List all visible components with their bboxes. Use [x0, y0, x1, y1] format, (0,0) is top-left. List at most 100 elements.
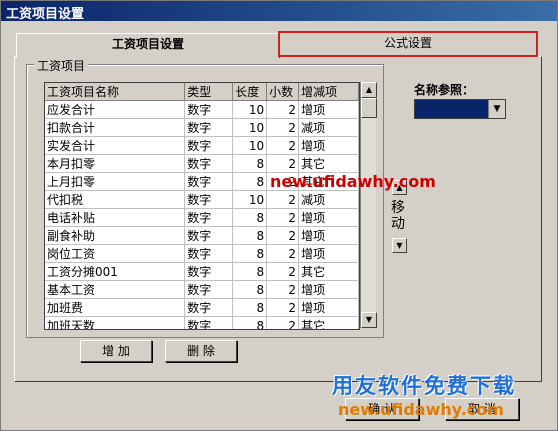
cell-length[interactable]: 10 — [232, 136, 268, 155]
cell-length[interactable]: 8 — [232, 226, 268, 245]
table-row[interactable]: 副食补助 数字 8 2 增项 — [45, 226, 359, 245]
delete-button[interactable]: 删 除 — [165, 340, 237, 362]
cell-adjust[interactable]: 增项 — [298, 226, 359, 245]
cell-adjust[interactable]: 增项 — [298, 208, 359, 227]
cell-decimals[interactable]: 2 — [266, 262, 300, 281]
col-header-adjust[interactable]: 增减项 — [298, 83, 359, 101]
cell-adjust[interactable]: 增项 — [298, 298, 359, 317]
table-row[interactable]: 电话补贴 数字 8 2 增项 — [45, 208, 359, 227]
table-row[interactable]: 实发合计 数字 10 2 增项 — [45, 136, 359, 155]
cell-name[interactable]: 加班天数 — [45, 316, 186, 329]
cell-name[interactable]: 工资分摊001 — [45, 262, 186, 281]
cell-type[interactable]: 数字 — [184, 190, 234, 209]
cell-type[interactable]: 数字 — [184, 280, 234, 299]
cell-decimals[interactable]: 2 — [266, 190, 300, 209]
scroll-down-arrow-icon[interactable]: ▼ — [361, 312, 377, 328]
cell-type[interactable]: 数字 — [184, 316, 234, 329]
cell-decimals[interactable]: 2 — [266, 100, 300, 119]
cell-type[interactable]: 数字 — [184, 208, 234, 227]
move-down-arrow-icon[interactable]: ▼ — [392, 238, 407, 253]
cell-name[interactable]: 实发合计 — [45, 136, 186, 155]
move-label: 移动 — [391, 200, 405, 232]
cell-name[interactable]: 副食补助 — [45, 226, 186, 245]
table-row[interactable]: 代扣税 数字 10 2 减项 — [45, 190, 359, 209]
table-row[interactable]: 本月扣零 数字 8 2 其它 — [45, 154, 359, 173]
tab-formula-settings[interactable]: 公式设置 — [278, 31, 538, 57]
name-reference-dropdown[interactable]: ▼ — [414, 99, 506, 119]
group-label: 工资项目 — [34, 57, 89, 74]
cell-type[interactable]: 数字 — [184, 118, 234, 137]
table-row[interactable]: 工资分摊001 数字 8 2 其它 — [45, 262, 359, 281]
title-bar[interactable]: 工资项目设置 — [1, 1, 557, 22]
window-title: 工资项目设置 — [6, 7, 85, 22]
cell-decimals[interactable]: 2 — [266, 118, 300, 137]
cell-name[interactable]: 岗位工资 — [45, 244, 186, 263]
cell-name[interactable]: 代扣税 — [45, 190, 186, 209]
cell-length[interactable]: 8 — [232, 208, 268, 227]
cell-name[interactable]: 扣款合计 — [45, 118, 186, 137]
cell-type[interactable]: 数字 — [184, 244, 234, 263]
cell-decimals[interactable]: 2 — [266, 244, 300, 263]
cell-decimals[interactable]: 2 — [266, 298, 300, 317]
cell-name[interactable]: 应发合计 — [45, 100, 186, 119]
table-row[interactable]: 加班天数 数字 8 2 其它 — [45, 316, 359, 329]
cell-length[interactable]: 8 — [232, 244, 268, 263]
dropdown-arrow-icon[interactable]: ▼ — [488, 100, 505, 118]
cell-length[interactable]: 8 — [232, 262, 268, 281]
cell-name[interactable]: 加班费 — [45, 298, 186, 317]
table-row[interactable]: 扣款合计 数字 10 2 减项 — [45, 118, 359, 137]
scroll-up-arrow-icon[interactable]: ▲ — [361, 82, 377, 98]
cell-adjust[interactable]: 增项 — [298, 280, 359, 299]
cell-decimals[interactable]: 2 — [266, 136, 300, 155]
col-header-name[interactable]: 工资项目名称 — [45, 83, 186, 101]
watermark-brand: 用友软件免费下载 — [332, 374, 516, 398]
tab-salary-items[interactable]: 工资项目设置 — [16, 33, 280, 58]
cell-adjust[interactable]: 其它 — [298, 316, 359, 329]
cell-length[interactable]: 8 — [232, 172, 268, 191]
cell-length[interactable]: 8 — [232, 298, 268, 317]
cell-length[interactable]: 10 — [232, 190, 268, 209]
cell-type[interactable]: 数字 — [184, 154, 234, 173]
cell-decimals[interactable]: 2 — [266, 208, 300, 227]
cell-decimals[interactable]: 2 — [266, 154, 300, 173]
cell-adjust[interactable]: 增项 — [298, 244, 359, 263]
cell-decimals[interactable]: 2 — [266, 226, 300, 245]
cell-adjust[interactable]: 增项 — [298, 136, 359, 155]
col-header-type[interactable]: 类型 — [184, 83, 234, 101]
table-header-row: 工资项目名称 类型 长度 小数 增减项 — [45, 83, 359, 101]
cell-adjust[interactable]: 其它 — [298, 262, 359, 281]
col-header-decimals[interactable]: 小数 — [266, 83, 300, 101]
cell-type[interactable]: 数字 — [184, 136, 234, 155]
cell-decimals[interactable]: 2 — [266, 280, 300, 299]
cell-type[interactable]: 数字 — [184, 262, 234, 281]
cell-type[interactable]: 数字 — [184, 298, 234, 317]
cell-adjust[interactable]: 增项 — [298, 100, 359, 119]
watermark-url-bottom: new.ufidawhy.com — [338, 400, 504, 419]
cell-length[interactable]: 10 — [232, 118, 268, 137]
cell-length[interactable]: 10 — [232, 100, 268, 119]
col-header-length[interactable]: 长度 — [232, 83, 268, 101]
cell-name[interactable]: 电话补贴 — [45, 208, 186, 227]
cell-type[interactable]: 数字 — [184, 100, 234, 119]
cell-length[interactable]: 8 — [232, 154, 268, 173]
table-row[interactable]: 基本工资 数字 8 2 增项 — [45, 280, 359, 299]
cell-name[interactable]: 上月扣零 — [45, 172, 186, 191]
cell-adjust[interactable]: 减项 — [298, 190, 359, 209]
table-row[interactable]: 岗位工资 数字 8 2 增项 — [45, 244, 359, 263]
cell-length[interactable]: 8 — [232, 316, 268, 329]
salary-items-table[interactable]: 工资项目名称 类型 长度 小数 增减项 应发合计 数字 10 2 增项 扣款合计 数字 10… — [44, 82, 360, 330]
cell-adjust[interactable]: 其它 — [298, 154, 359, 173]
table-row[interactable]: 应发合计 数字 10 2 增项 — [45, 100, 359, 119]
cell-type[interactable]: 数字 — [184, 226, 234, 245]
cell-type[interactable]: 数字 — [184, 172, 234, 191]
scroll-thumb[interactable] — [361, 98, 377, 118]
cell-name[interactable]: 本月扣零 — [45, 154, 186, 173]
cell-adjust[interactable]: 减项 — [298, 118, 359, 137]
cell-name[interactable]: 基本工资 — [45, 280, 186, 299]
table-row[interactable]: 加班费 数字 8 2 增项 — [45, 298, 359, 317]
cell-length[interactable]: 8 — [232, 280, 268, 299]
add-button[interactable]: 增 加 — [80, 340, 152, 362]
watermark-url: new.ufidawhy.com — [270, 172, 436, 191]
cell-decimals[interactable]: 2 — [266, 316, 300, 329]
table-scrollbar[interactable]: ▲ ▼ — [360, 82, 377, 328]
